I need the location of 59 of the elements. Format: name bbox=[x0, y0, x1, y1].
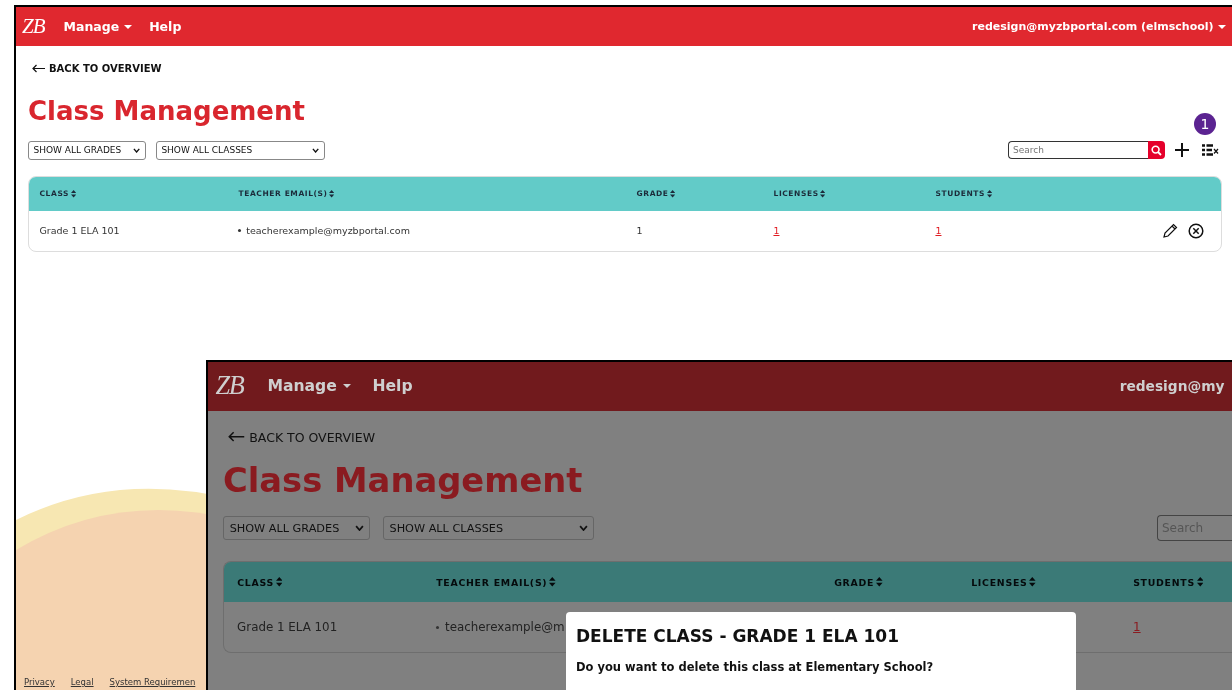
user-account-link[interactable]: redesign@myzbportal.com (elmschool) bbox=[972, 20, 1226, 33]
chevron-down-icon bbox=[578, 524, 588, 532]
students-link[interactable]: 1 bbox=[935, 225, 942, 237]
sort-icon bbox=[670, 190, 676, 198]
grade-filter-dropdown[interactable]: SHOW ALL GRADES bbox=[223, 516, 371, 540]
table-cell: teacherexample@m bbox=[445, 620, 565, 635]
column-header[interactable]: LICENSES bbox=[958, 576, 1036, 588]
footer-link[interactable]: System Requiremen bbox=[109, 677, 196, 687]
user-account-link[interactable]: redesign@my bbox=[1119, 378, 1225, 395]
chevron-down-icon bbox=[133, 147, 141, 154]
step-badge: 1 bbox=[1194, 113, 1216, 136]
class-filter-dropdown[interactable]: SHOW ALL CLASSES bbox=[155, 141, 326, 160]
table-cell-text: Grade 1 ELA 101 bbox=[236, 620, 339, 635]
back-link[interactable]: BACK TO OVERVIEW bbox=[228, 429, 376, 445]
sort-icon bbox=[986, 190, 992, 198]
column-header[interactable]: TEACHER EMAIL(S) bbox=[423, 576, 556, 588]
sort-icon bbox=[1029, 577, 1036, 587]
class-filter-dropdown[interactable]: SHOW ALL CLASSES bbox=[382, 516, 595, 540]
sort-icon bbox=[549, 577, 556, 587]
page-title: Class Management bbox=[28, 95, 305, 127]
sort-icon bbox=[820, 190, 826, 198]
nav-menu-link[interactable]: Manage bbox=[267, 377, 352, 396]
footer-link[interactable]: Privacy bbox=[24, 677, 55, 687]
nav-menu-link[interactable]: Help bbox=[149, 19, 182, 34]
pencil-icon bbox=[1162, 222, 1178, 239]
dialog-message: Do you want to delete this class at Elementary School? bbox=[576, 660, 935, 674]
arrow-left-icon bbox=[32, 64, 46, 73]
column-header[interactable]: CLASS bbox=[224, 576, 283, 588]
footer-link[interactable]: Legal bbox=[70, 677, 94, 687]
bullet-icon bbox=[436, 625, 440, 629]
sort-icon bbox=[876, 577, 883, 587]
table-cell: teacherexample@myzbportal.com bbox=[246, 225, 410, 237]
search-button[interactable] bbox=[1148, 141, 1165, 160]
search-icon bbox=[1151, 144, 1162, 156]
grade-filter-dropdown[interactable]: SHOW ALL GRADES bbox=[28, 141, 146, 160]
search-field[interactable]: Search bbox=[1008, 141, 1148, 160]
bullet-icon bbox=[238, 229, 242, 233]
dialog-title: DELETE CLASS - GRADE 1 ELA 101 bbox=[576, 626, 900, 646]
plus-icon bbox=[1174, 142, 1190, 159]
column-header[interactable]: GRADE bbox=[821, 576, 883, 588]
nav-menu-link[interactable]: Manage bbox=[63, 19, 133, 34]
circle-x-icon bbox=[1188, 222, 1204, 239]
page-title: Class Management bbox=[223, 460, 583, 502]
arrow-left-icon bbox=[228, 431, 246, 443]
sort-icon bbox=[329, 190, 335, 198]
sort-icon bbox=[70, 190, 76, 198]
sort-icon bbox=[275, 577, 283, 587]
logo[interactable]: ZB bbox=[215, 371, 244, 402]
table-cell-text: Grade 1 ELA 101 bbox=[38, 225, 121, 237]
back-link[interactable]: BACK TO OVERVIEW bbox=[32, 63, 162, 74]
nav-menu-link[interactable]: Help bbox=[372, 377, 413, 396]
chevron-down-icon bbox=[354, 524, 364, 532]
logo[interactable]: ZB bbox=[22, 14, 45, 39]
sort-icon bbox=[1196, 577, 1204, 587]
column-header[interactable]: STUDENTS bbox=[1120, 576, 1204, 588]
licenses-link[interactable]: 1 bbox=[773, 225, 780, 237]
chevron-down-icon bbox=[312, 147, 320, 154]
table-cell: 1 bbox=[636, 225, 643, 237]
list-x-icon bbox=[1202, 144, 1219, 157]
